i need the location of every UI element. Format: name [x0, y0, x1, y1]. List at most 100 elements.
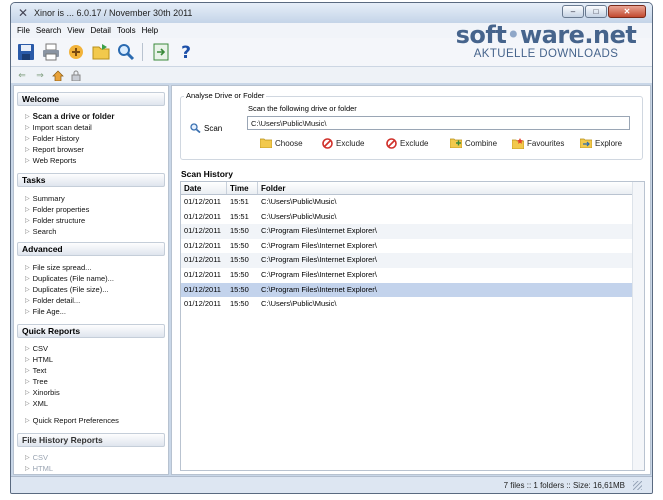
- column-date[interactable]: Date: [181, 182, 227, 194]
- save-icon: [18, 44, 34, 60]
- sidebar-item-history-csv[interactable]: CSV: [25, 453, 48, 464]
- analyse-group-label: Analyse Drive or Folder: [184, 91, 267, 100]
- sidebar-header-file-history[interactable]: File History Reports: [17, 433, 165, 447]
- sidebar-item-text[interactable]: Text: [25, 366, 47, 377]
- sidebar-header-advanced[interactable]: Advanced: [17, 242, 165, 256]
- sidebar-item-history-html[interactable]: HTML: [25, 464, 53, 475]
- help-button[interactable]: ?: [176, 42, 196, 62]
- favourites-button[interactable]: Favourites: [512, 138, 564, 149]
- sidebar-item-file-age[interactable]: File Age...: [25, 307, 66, 318]
- help-icon: ?: [181, 43, 191, 61]
- save-button[interactable]: [16, 42, 36, 62]
- sidebar-item-quick-report-preferences[interactable]: Quick Report Preferences: [25, 416, 119, 427]
- menu-view[interactable]: View: [67, 26, 84, 35]
- sidebar-item-html[interactable]: HTML: [25, 355, 53, 366]
- menu-help[interactable]: Help: [142, 26, 158, 35]
- search-icon: [118, 44, 135, 61]
- menu-search[interactable]: Search: [36, 26, 61, 35]
- sidebar-item-web-reports[interactable]: Web Reports: [25, 156, 77, 167]
- sidebar-header-welcome[interactable]: Welcome: [17, 92, 165, 106]
- sidebar-item-folder-properties[interactable]: Folder properties: [25, 205, 90, 216]
- cell-folder: C:\Program Files\Internet Explorer\: [261, 284, 377, 294]
- sidebar-item-scan-drive[interactable]: Scan a drive or folder: [25, 112, 115, 123]
- cell-folder: C:\Users\Public\Music\: [261, 211, 337, 221]
- maximize-button[interactable]: □: [585, 5, 607, 18]
- cell-date: 01/12/2011: [184, 197, 221, 206]
- table-row[interactable]: 01/12/2011 15:50 C:\Program Files\Internet…: [181, 224, 632, 239]
- minimize-button[interactable]: –: [562, 5, 584, 18]
- column-time[interactable]: Time: [227, 182, 258, 194]
- sidebar-item-xml[interactable]: XML: [25, 399, 48, 410]
- sidebar-item-duplicates-name[interactable]: Duplicates (File name)...: [25, 274, 114, 285]
- scan-label[interactable]: Scan: [190, 123, 222, 133]
- sidebar-item-xinorbis[interactable]: Xinorbis: [25, 388, 60, 399]
- exclude-button-1[interactable]: Exclude: [322, 138, 364, 149]
- cell-folder: C:\Program Files\Internet Explorer\: [261, 240, 377, 250]
- sidebar-item-folder-structure[interactable]: Folder structure: [25, 216, 86, 227]
- export-button[interactable]: [151, 42, 171, 62]
- cell-folder: C:\Users\Public\Music\: [261, 299, 337, 309]
- table-row[interactable]: 01/12/2011 15:50 C:\Users\Public\Music\: [181, 297, 632, 312]
- exclude-icon: [322, 138, 333, 149]
- explore-button[interactable]: Explore: [580, 138, 622, 148]
- back-icon[interactable]: ⇐: [15, 69, 29, 81]
- print-icon: [43, 43, 59, 61]
- explore-icon: [580, 138, 592, 148]
- cell-time: 15:50: [230, 255, 249, 265]
- menu-tools[interactable]: Tools: [117, 26, 136, 35]
- home-icon[interactable]: [51, 69, 65, 81]
- sidebar-header-tasks[interactable]: Tasks: [17, 173, 165, 187]
- sidebar-item-tree[interactable]: Tree: [25, 377, 48, 388]
- sidebar: Welcome Scan a drive or folder Import sc…: [13, 85, 169, 475]
- cell-folder: C:\Program Files\Internet Explorer\: [261, 226, 377, 236]
- sidebar-item-duplicates-size[interactable]: Duplicates (File size)...: [25, 285, 109, 296]
- cell-time: 15:50: [230, 269, 249, 279]
- table-row-selected[interactable]: 01/12/2011 15:50 C:\Program Files\Internet…: [181, 282, 632, 298]
- cell-date: 01/12/2011: [184, 255, 221, 265]
- menu-detail[interactable]: Detail: [90, 26, 110, 35]
- sidebar-item-summary[interactable]: Summary: [25, 194, 65, 205]
- sidebar-item-csv[interactable]: CSV: [25, 344, 48, 355]
- sidebar-header-quick-reports[interactable]: Quick Reports: [17, 324, 165, 338]
- scan-path-input[interactable]: [247, 116, 630, 130]
- cell-date: 01/12/2011: [184, 240, 221, 250]
- explore-label: Explore: [595, 138, 623, 148]
- close-button[interactable]: ✕: [608, 5, 646, 18]
- table-header: Date Time Folder: [181, 182, 632, 195]
- menu-file[interactable]: File: [17, 26, 30, 35]
- favourites-label: Favourites: [527, 139, 565, 148]
- combine-button[interactable]: Combine: [450, 138, 497, 148]
- exclude-label-1: Exclude: [336, 139, 365, 148]
- resize-grip-icon[interactable]: [633, 480, 642, 490]
- column-folder[interactable]: Folder: [258, 182, 632, 194]
- exclude-button-2[interactable]: Exclude: [386, 138, 428, 149]
- open-folder-button[interactable]: [91, 42, 111, 62]
- scan-button[interactable]: [66, 42, 86, 62]
- title-bar[interactable]: ✕ Xinor is ... 6.0.17 / November 30th 20…: [11, 3, 652, 23]
- table-row[interactable]: 01/12/2011 15:51 C:\Users\Public\Music\: [181, 210, 632, 225]
- sidebar-item-report-browser[interactable]: Report browser: [25, 145, 84, 156]
- search-button[interactable]: [116, 42, 136, 62]
- table-scrollbar[interactable]: [632, 182, 644, 470]
- lock-icon[interactable]: [69, 69, 83, 81]
- watermark-brand: soft•ware.net: [455, 21, 637, 49]
- app-window: ✕ Xinor is ... 6.0.17 / November 30th 20…: [10, 2, 653, 494]
- forward-icon[interactable]: ⇒: [33, 69, 47, 81]
- print-button[interactable]: [41, 42, 61, 62]
- sidebar-item-folder-detail[interactable]: Folder detail...: [25, 296, 81, 307]
- table-row[interactable]: 01/12/2011 15:51 C:\Users\Public\Music\: [181, 195, 632, 210]
- sidebar-item-folder-history[interactable]: Folder History: [25, 134, 80, 145]
- table-row[interactable]: 01/12/2011 15:50 C:\Program Files\Internet…: [181, 239, 632, 254]
- sidebar-item-file-size-spread[interactable]: File size spread...: [25, 263, 92, 274]
- scan-icon: [69, 45, 83, 59]
- main-panel: Analyse Drive or Folder Scan Scan the fo…: [171, 85, 651, 475]
- choose-button[interactable]: Choose: [260, 138, 303, 148]
- combine-label: Combine: [465, 138, 498, 148]
- combine-icon: [450, 138, 462, 148]
- table-row[interactable]: 01/12/2011 15:50 C:\Program Files\Internet…: [181, 253, 632, 268]
- table-row[interactable]: 01/12/2011 15:50 C:\Program Files\Internet…: [181, 268, 632, 283]
- sidebar-item-search[interactable]: Search: [25, 227, 57, 238]
- cell-time: 15:50: [230, 240, 249, 250]
- sidebar-item-import-scan[interactable]: Import scan detail: [25, 123, 92, 134]
- magnifier-icon: [190, 123, 201, 133]
